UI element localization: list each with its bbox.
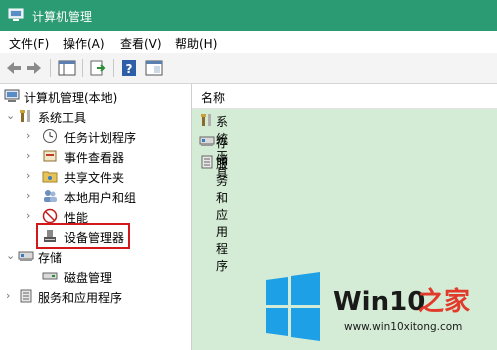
services-icon bbox=[201, 155, 213, 169]
back-arrow-icon[interactable] bbox=[4, 58, 24, 78]
performance-icon bbox=[42, 208, 58, 224]
tools-icon bbox=[201, 114, 211, 126]
computer-icon bbox=[4, 89, 20, 102]
windows-logo-icon bbox=[266, 272, 320, 341]
list-item-label: 服务和应用程序 bbox=[216, 157, 229, 273]
window-title: 计算机管理 bbox=[32, 10, 93, 24]
title-bar: 计算机管理 bbox=[0, 0, 497, 31]
storage-icon bbox=[18, 251, 34, 261]
menu-view[interactable]: 查看(V) bbox=[120, 35, 162, 52]
forward-arrow-icon[interactable] bbox=[24, 58, 44, 78]
show-hide-action-pane-icon[interactable] bbox=[144, 58, 164, 78]
tree-label-storage: 存储 bbox=[38, 251, 63, 265]
chevron-right-icon[interactable]: › bbox=[26, 210, 36, 222]
export-list-icon[interactable] bbox=[88, 58, 108, 78]
chevron-right-icon[interactable]: › bbox=[6, 290, 16, 302]
chevron-right-icon[interactable]: › bbox=[26, 170, 36, 182]
chevron-right-icon[interactable]: › bbox=[26, 130, 36, 142]
tree-label-system-tools: 系统工具 bbox=[38, 111, 87, 125]
tree-label-task-scheduler: 任务计划程序 bbox=[64, 131, 137, 145]
storage-icon bbox=[199, 136, 215, 146]
tree-label-services-apps: 服务和应用程序 bbox=[38, 291, 123, 305]
highlight-box bbox=[36, 223, 130, 249]
chevron-right-icon[interactable]: › bbox=[26, 150, 36, 162]
tree-label-disk-management: 磁盘管理 bbox=[64, 271, 113, 285]
menu-help[interactable]: 帮助(H) bbox=[175, 35, 217, 52]
console-tree: 计算机管理(本地) ⌄ 系统工具 › 任务计划程序 › 事件查看器 › 共享文件… bbox=[0, 84, 192, 350]
watermark-brand-b: 之家 bbox=[418, 286, 470, 317]
menu-action[interactable]: 操作(A) bbox=[63, 35, 105, 52]
svg-text:?: ? bbox=[126, 62, 133, 76]
users-icon bbox=[44, 190, 57, 202]
toolbar-separator bbox=[50, 59, 51, 77]
column-header-label: 名称 bbox=[201, 91, 226, 105]
chevron-right-icon[interactable]: › bbox=[26, 190, 36, 202]
tree-label-root: 计算机管理(本地) bbox=[24, 91, 118, 105]
menu-bar: 文件(F) 操作(A) 查看(V) 帮助(H) bbox=[0, 31, 497, 53]
help-icon[interactable]: ? bbox=[119, 58, 139, 78]
event-viewer-icon bbox=[43, 150, 57, 162]
chevron-down-icon[interactable]: ⌄ bbox=[6, 110, 16, 122]
services-icon bbox=[20, 289, 32, 303]
tools-icon bbox=[20, 110, 30, 122]
show-hide-console-tree-icon[interactable] bbox=[57, 58, 77, 78]
shared-folder-icon bbox=[42, 171, 58, 183]
chevron-down-icon[interactable]: ⌄ bbox=[6, 250, 16, 262]
column-header-name[interactable]: 名称 bbox=[192, 84, 497, 109]
tree-label-local-users: 本地用户和组 bbox=[64, 191, 137, 205]
clock-icon bbox=[43, 129, 57, 143]
toolbar: ? bbox=[0, 53, 497, 84]
menu-file[interactable]: 文件(F) bbox=[9, 35, 49, 52]
toolbar-separator bbox=[113, 59, 114, 77]
watermark-url: www.win10xitong.com bbox=[344, 321, 462, 333]
computer-management-icon bbox=[8, 8, 24, 21]
tree-label-shared-folders: 共享文件夹 bbox=[64, 171, 125, 185]
tree-label-event-viewer: 事件查看器 bbox=[64, 151, 125, 165]
watermark-logo: Win10 之家 www.win10xitong.com bbox=[266, 272, 470, 341]
disk-management-icon bbox=[42, 272, 58, 280]
watermark-brand-a: Win10 bbox=[333, 287, 425, 317]
toolbar-separator bbox=[82, 59, 83, 77]
